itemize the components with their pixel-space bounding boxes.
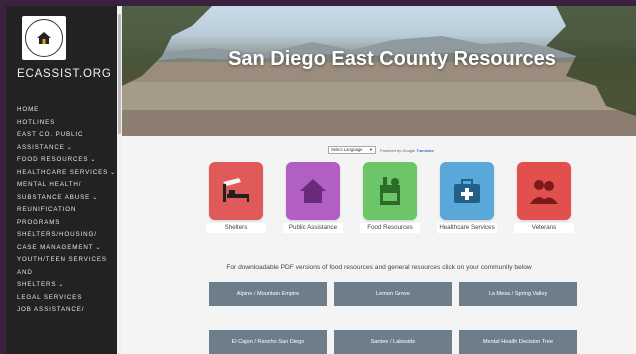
chevron-down-icon: ⌄ (66, 144, 73, 151)
nav-item[interactable]: EAST CO. PUBLIC (17, 129, 117, 142)
category-card[interactable]: Healthcare Services (437, 162, 497, 238)
scrollbar-thumb[interactable] (118, 14, 121, 134)
category-card[interactable]: Shelters (206, 162, 266, 238)
nav-item[interactable]: YOUTH/TEEN SERVICES AND (17, 254, 117, 279)
nav-item[interactable]: SHELTERS/HOUSING/ (17, 229, 117, 242)
category-card[interactable]: Food Resources (360, 162, 420, 238)
category-card[interactable]: Veterans (514, 162, 574, 238)
nav-item[interactable]: LEGAL SERVICES (17, 292, 117, 305)
site-name[interactable]: ECASSIST.ORG (17, 68, 112, 80)
hero-banner: San Diego East County Resources (122, 6, 636, 136)
nav-item-label: HEALTHCARE SERVICES (17, 168, 109, 176)
main-content: San Diego East County Resources Select L… (122, 6, 636, 354)
site-logo[interactable] (22, 16, 66, 60)
nav-item[interactable]: ASSISTANCE ⌄ (17, 142, 117, 155)
community-button[interactable]: Mental Health Decision Tree (459, 330, 577, 354)
nav-item-label: EAST CO. PUBLIC (17, 131, 84, 138)
community-button[interactable]: El Cajon / Rancho San Diego (209, 330, 327, 354)
community-prompt: For downloadable PDF versions of food re… (226, 264, 532, 271)
chevron-down-icon: ▼ (369, 147, 373, 152)
nav-item-label: REUNIFICATION PROGRAMS (17, 206, 77, 226)
nav-item-label: YOUTH/TEEN SERVICES AND (17, 256, 107, 276)
grocery-bag-icon (363, 162, 417, 220)
nav-item[interactable]: SUBSTANCE ABUSE ⌄ (17, 192, 117, 205)
nav-item[interactable]: FOOD RESOURCES ⌄ (17, 154, 117, 167)
powered-by-label: Powered by (380, 147, 402, 153)
nav-item-label: FOOD RESOURCES (17, 156, 89, 163)
community-button[interactable]: La Mesa / Spring Valley (459, 282, 577, 306)
translate-link[interactable]: Translate (416, 148, 434, 153)
community-button[interactable]: Alpine / Mountain Empire (209, 282, 327, 306)
community-button[interactable]: Santee / Lakeside (334, 330, 452, 354)
nav-item-label: SUBSTANCE ABUSE (17, 193, 91, 201)
category-card-label: Healthcare Services (437, 223, 497, 233)
house-icon (37, 32, 51, 44)
nav-item-label: LEGAL SERVICES (17, 293, 83, 301)
category-card-label: Public Assistance (283, 223, 343, 233)
language-select-label: Select Language (331, 147, 363, 152)
chevron-down-icon: ⌄ (92, 194, 99, 201)
nav-item[interactable]: HOME (17, 104, 117, 117)
chevron-down-icon: ⌄ (110, 169, 117, 176)
category-cards: Shelters Public Assistance Food Resources H… (206, 162, 576, 238)
google-translate-widget: Select Language ▼ Powered by Google Tran… (328, 146, 434, 154)
chevron-down-icon: ⌄ (95, 244, 102, 251)
nav-item[interactable]: HEALTHCARE SERVICES ⌄ (17, 167, 117, 180)
page-title: San Diego East County Resources (228, 48, 556, 70)
nav-item-label: MENTAL HEALTH/ (17, 181, 82, 188)
nav-item-label: ASSISTANCE (17, 143, 65, 151)
browser-frame: ECASSIST.ORG HOME HOTLINES EAST CO. PUBLIC… (0, 0, 636, 354)
chevron-down-icon: ⌄ (90, 157, 97, 163)
medical-kit-icon (440, 162, 494, 220)
category-card-label: Shelters (206, 223, 266, 233)
nav-item-label: HOTLINES (17, 118, 56, 126)
nav-item-label: CASE MANAGEMENT (17, 243, 94, 251)
category-card-label: Veterans (514, 223, 574, 233)
nav-item[interactable]: CASE MANAGEMENT ⌄ (17, 242, 117, 255)
house-icon (286, 162, 340, 220)
nav-item[interactable]: SHELTERS ⌄ (17, 279, 117, 292)
nav-item[interactable]: REUNIFICATION PROGRAMS (17, 204, 117, 229)
tree-left-graphic (122, 6, 212, 86)
community-button[interactable]: Lemon Grove (334, 282, 452, 306)
nav-item[interactable]: JOB ASSISTANCE/ (17, 304, 117, 317)
nav-item-label: HOME (17, 106, 40, 113)
category-card[interactable]: Public Assistance (283, 162, 343, 238)
nav-item-label: SHELTERS (17, 281, 57, 288)
nav-item[interactable]: MENTAL HEALTH/ (17, 179, 117, 192)
bed-icon (209, 162, 263, 220)
people-icon (517, 162, 571, 220)
category-card-label: Food Resources (360, 223, 420, 233)
language-select[interactable]: Select Language ▼ (328, 146, 376, 154)
google-label: Google (402, 147, 416, 153)
chevron-down-icon: ⌄ (58, 282, 65, 288)
logo-seal (25, 19, 63, 57)
nav-item[interactable]: HOTLINES (17, 117, 117, 130)
powered-by-text: Powered by Google Translate (380, 148, 434, 153)
nav-item-label: JOB ASSISTANCE/ (17, 306, 85, 313)
nav-item-label: SHELTERS/HOUSING/ (17, 231, 97, 238)
main-nav: HOME HOTLINES EAST CO. PUBLIC ASSISTANCE ⌄ FO… (17, 104, 117, 317)
content-area: Select Language ▼ Powered by Google Tran… (122, 136, 636, 354)
sidebar: ECASSIST.ORG HOME HOTLINES EAST CO. PUBLIC… (6, 6, 117, 354)
